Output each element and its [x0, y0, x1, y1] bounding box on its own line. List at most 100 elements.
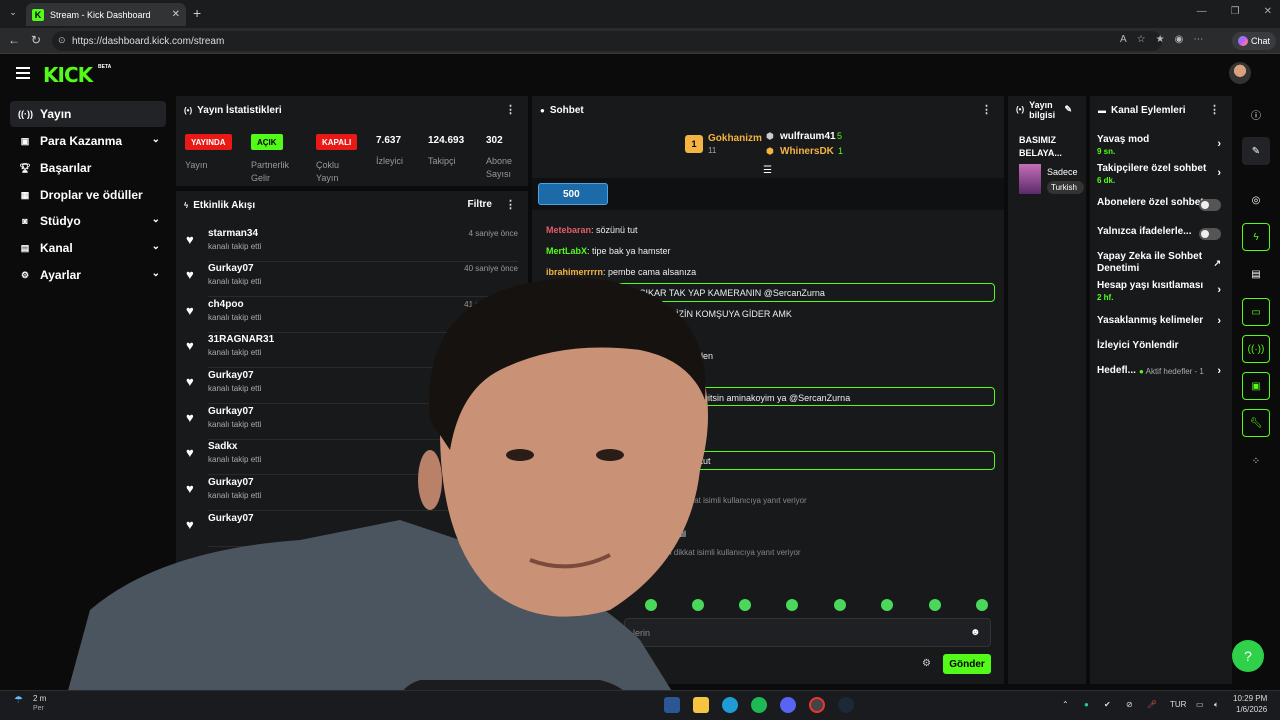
restore-icon[interactable]: ❐: [1231, 6, 1240, 17]
gifter-name[interactable]: wulfraum41: [780, 131, 836, 142]
tray-app-icon[interactable]: ●: [1084, 700, 1089, 709]
sidebar: ((·)) Yayın ▣ Para Kazanma ⌄ 🏆︎ Başarılar ▦ D…: [0, 94, 172, 684]
stream-title: BASIMIZ BELAYA...: [1019, 135, 1062, 158]
action-goals[interactable]: Hedefl... ● Aktif hedefler - 1 ›: [1097, 365, 1225, 377]
action-banned-words[interactable]: Yasaklanmış kelimeler ›: [1097, 315, 1225, 327]
broadcast-icon[interactable]: ((·)): [1242, 335, 1270, 363]
chat-input[interactable]: lerin: [624, 618, 991, 647]
favorite-star-icon[interactable]: ☆: [1137, 34, 1146, 45]
list-item: ♥ 31RAGNAR31 kanalı takip etti 41: [186, 332, 526, 368]
action-followers-only[interactable]: Takipçilere özel sohbet 6 dk. ›: [1097, 163, 1225, 187]
wrench-icon[interactable]: 🔧︎: [1242, 409, 1270, 437]
sidebar-item-yayin[interactable]: ((·)) Yayın: [10, 101, 166, 127]
sidebar-item-basarilar[interactable]: 🏆︎ Başarılar: [10, 155, 166, 181]
address-bar[interactable]: ⊙ https://dashboard.kick.com/stream: [52, 31, 1162, 51]
top-gifter-name[interactable]: Gokhanizm: [708, 133, 762, 144]
edit-icon[interactable]: ✎: [1064, 104, 1072, 114]
gift-icon: ▦: [20, 189, 30, 200]
emotes-only-toggle[interactable]: [1199, 228, 1221, 240]
sidebar-item-kanal[interactable]: ▤ Kanal ⌄: [10, 235, 166, 261]
favorites-icon[interactable]: ★: [1156, 34, 1165, 45]
spotify-icon[interactable]: [751, 697, 767, 713]
reload-icon[interactable]: ↻: [31, 33, 41, 47]
gifter-name[interactable]: WhinersDK: [780, 146, 834, 157]
file-explorer-icon[interactable]: [693, 697, 709, 713]
steam-icon[interactable]: [838, 697, 854, 713]
emote[interactable]: [834, 599, 846, 611]
activity-more-icon[interactable]: ⋮: [505, 198, 516, 211]
action-host[interactable]: İzleyici Yönlendir: [1097, 340, 1225, 352]
read-aloud-icon[interactable]: A: [1120, 34, 1127, 45]
kick-favicon-icon: K: [32, 8, 44, 21]
obs-icon[interactable]: [809, 697, 825, 713]
language-indicator[interactable]: TUR: [1170, 700, 1186, 709]
copilot-chat-button[interactable]: Chat: [1232, 32, 1277, 50]
url-text: https://dashboard.kick.com/stream: [72, 35, 225, 47]
emote[interactable]: [976, 599, 988, 611]
emote[interactable]: [645, 599, 657, 611]
info-icon[interactable]: ⓘ: [1242, 100, 1270, 128]
notes-icon[interactable]: ▤: [1242, 260, 1270, 288]
send-button[interactable]: Gönder: [943, 654, 991, 674]
microphone-icon[interactable]: 🎤︎: [1147, 700, 1157, 709]
sidebar-item-droplar[interactable]: ▦ Droplar ve ödüller: [10, 182, 166, 208]
lightning-icon[interactable]: ϟ: [1242, 223, 1270, 251]
help-button[interactable]: ?: [1232, 640, 1264, 672]
stats-more-icon[interactable]: ⋮: [505, 103, 516, 116]
tray-app-icon[interactable]: ✔: [1104, 700, 1111, 709]
close-tab-icon[interactable]: ✕: [172, 9, 180, 20]
rank-badge: 1: [685, 135, 703, 153]
volume-icon[interactable]: 🔈︎: [1214, 700, 1219, 710]
discord-icon[interactable]: [780, 697, 796, 713]
filter-button[interactable]: Filtre: [468, 199, 492, 210]
actions-more-icon[interactable]: ⋮: [1209, 103, 1220, 116]
subscribers-only-toggle[interactable]: [1199, 199, 1221, 211]
weather-sub: Per: [33, 705, 44, 712]
minimize-icon[interactable]: —: [1197, 6, 1207, 17]
emote[interactable]: [929, 599, 941, 611]
emote[interactable]: [692, 599, 704, 611]
action-ai-moderation[interactable]: Yapay Zeka ile Sohbet Denetimi ↗: [1097, 251, 1221, 275]
emote[interactable]: [739, 599, 751, 611]
list-item: ♥ Sadkx kanalı takip etti: [186, 439, 526, 475]
tab-kick-dashboard[interactable]: K Stream - Kick Dashboard ✕: [26, 3, 186, 26]
expand-icon[interactable]: ☰: [763, 165, 772, 176]
edge-icon[interactable]: [722, 697, 738, 713]
chat-settings-icon[interactable]: ⚙: [922, 658, 931, 669]
chat-bubble-icon[interactable]: ▭: [1242, 298, 1270, 326]
status-badge-live: YAYINDA: [185, 134, 232, 150]
chat-message: Metebaran: sözünü tut: [546, 225, 638, 235]
kick-logo[interactable]: KICK: [43, 63, 93, 87]
action-slow-mode[interactable]: Yavaş mod 9 sn. ›: [1097, 134, 1225, 158]
taskbar-app-icon[interactable]: [664, 697, 680, 713]
avatar[interactable]: [1229, 62, 1251, 84]
stream-info-icon[interactable]: ▣: [1242, 372, 1270, 400]
profile-icon[interactable]: ◉: [1175, 34, 1184, 45]
edit-icon[interactable]: ✎: [1242, 137, 1270, 165]
sidebar-item-studyo[interactable]: ◙ Stüdyo ⌄: [10, 208, 166, 234]
tray-app-icon[interactable]: ⊘: [1126, 700, 1133, 709]
emote[interactable]: [881, 599, 893, 611]
back-icon[interactable]: ←: [8, 33, 20, 47]
clock-time[interactable]: 10:29 PM: [1233, 694, 1267, 703]
gift-counter[interactable]: 500: [538, 183, 608, 205]
more-icon[interactable]: ⋯: [1193, 34, 1203, 45]
menu-icon[interactable]: [16, 67, 30, 79]
emote[interactable]: [786, 599, 798, 611]
new-tab-button[interactable]: +: [193, 5, 201, 21]
studio-icon: ◙: [22, 216, 28, 226]
site-info-icon[interactable]: ⊙: [58, 35, 66, 46]
emoji-icon[interactable]: ☻: [970, 627, 981, 638]
chat-more-icon[interactable]: ⋮: [981, 103, 992, 116]
apps-icon[interactable]: ⁘: [1242, 447, 1270, 475]
network-icon[interactable]: ▭: [1196, 700, 1204, 709]
tray-expand-icon[interactable]: ⌃: [1062, 700, 1069, 709]
sidebar-item-para-kazanma[interactable]: ▣ Para Kazanma ⌄: [10, 128, 166, 154]
focus-icon[interactable]: ◎: [1242, 186, 1270, 214]
sidebar-item-ayarlar[interactable]: ⚙ Ayarlar ⌄: [10, 262, 166, 288]
close-window-icon[interactable]: ✕: [1264, 6, 1272, 17]
category-name[interactable]: Sadece: [1047, 167, 1084, 177]
clock-date[interactable]: 1/6/2026: [1236, 705, 1267, 714]
action-account-age[interactable]: Hesap yaşı kısıtlaması 2 hf. ›: [1097, 280, 1225, 304]
tab-search-icon[interactable]: ⌄: [6, 7, 20, 21]
